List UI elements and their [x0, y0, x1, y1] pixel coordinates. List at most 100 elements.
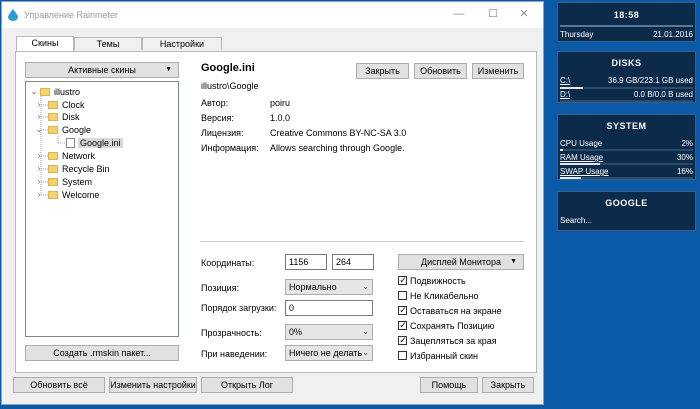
- skins-tree[interactable]: ⌄ illustro › Clock › Disk ⌄ Google Google.in…: [25, 81, 179, 337]
- title-bar[interactable]: Управление Rainmeter — ☐ ✕: [2, 2, 543, 28]
- load-order-label: Порядок загрузки:: [201, 303, 277, 313]
- tree-item-clock[interactable]: › Clock: [38, 99, 85, 111]
- disk-row[interactable]: C:\ 36.9 GB/223.1 GB used: [560, 76, 693, 86]
- skin-name: Google.ini: [201, 62, 255, 74]
- monitor-display-label: Дисплей Монитора: [421, 257, 501, 267]
- checkbox-snap-to-edges[interactable]: ✓ Зацепляться за края: [398, 335, 497, 348]
- clock-day: Thursday: [560, 30, 594, 39]
- checkbox-box[interactable]: [398, 351, 407, 361]
- checkbox-keep-on-screen[interactable]: ✓ Оставаться на экране: [398, 305, 502, 318]
- window-title: Управление Rainmeter: [24, 10, 119, 20]
- folder-icon: [48, 125, 58, 134]
- checkbox-click-through[interactable]: Не Кликабельно: [398, 291, 478, 303]
- system-label[interactable]: SWAP Usage: [560, 167, 608, 176]
- close-button[interactable]: Закрыть: [482, 377, 534, 393]
- clock-divider: [560, 25, 693, 27]
- google-search-input[interactable]: Search...: [560, 216, 693, 226]
- checkbox-draggable[interactable]: ✓ Подвижность: [398, 275, 466, 288]
- tree-item-network[interactable]: › Network: [38, 150, 95, 162]
- info-key: Автор:: [201, 98, 229, 108]
- edit-settings-button[interactable]: Изменить настройки: [109, 377, 197, 393]
- info-value: poiru: [270, 98, 291, 108]
- system-row[interactable]: SWAP Usage 16%: [560, 167, 693, 177]
- edit-skin-button[interactable]: Изменить: [472, 63, 524, 79]
- expand-icon[interactable]: ›: [35, 99, 43, 111]
- checkbox-box[interactable]: ✓: [398, 305, 407, 316]
- checkbox-favorite[interactable]: Избранный скин: [398, 351, 478, 363]
- checkbox-label: Оставаться на экране: [410, 306, 502, 316]
- search-placeholder: Search...: [560, 216, 593, 225]
- transparency-select[interactable]: 0% ⌄: [285, 324, 373, 340]
- triangle-down-icon: ▼: [510, 258, 517, 265]
- tab-settings[interactable]: Настройки: [142, 37, 222, 50]
- tree-item-google[interactable]: ⌄ Google: [36, 124, 91, 136]
- ram-usage-bar: [560, 163, 693, 165]
- tree-label: Disk: [62, 112, 80, 122]
- disk-usage-bar: [560, 100, 693, 102]
- tree-item-recycle-bin[interactable]: › Recycle Bin: [38, 163, 110, 175]
- tree-item-system[interactable]: › System: [38, 176, 92, 188]
- refresh-all-button[interactable]: Обновить всё: [13, 377, 105, 393]
- tree-item-welcome[interactable]: › Welcome: [38, 189, 100, 201]
- checkbox-box[interactable]: ✓: [398, 335, 407, 346]
- checkbox-box[interactable]: ✓: [398, 320, 407, 331]
- maximize-icon[interactable]: ☐: [486, 7, 500, 21]
- create-rmskin-button[interactable]: Создать .rmskin пакет...: [25, 345, 179, 361]
- system-label[interactable]: RAM Usage: [560, 153, 603, 162]
- checkbox-save-position[interactable]: ✓ Сохранять Позицию: [398, 320, 495, 333]
- checkbox-box[interactable]: [398, 291, 407, 301]
- tree-label: Recycle Bin: [62, 164, 110, 174]
- disk-row[interactable]: D:\ 0.0 B/0.0 B used: [560, 90, 693, 100]
- open-log-button[interactable]: Открыть Лог: [201, 377, 293, 393]
- tree-label: illustro: [54, 87, 81, 97]
- load-order-input[interactable]: 0: [285, 300, 373, 316]
- widget-title: SYSTEM: [606, 121, 647, 131]
- collapse-icon[interactable]: ⌄: [35, 124, 43, 136]
- active-skins-label: Активные скины: [68, 65, 136, 75]
- transparency-value: 0%: [289, 327, 303, 337]
- transparency-label: Прозрачность:: [201, 328, 262, 338]
- rainmeter-drop-icon: [8, 9, 18, 21]
- expand-icon[interactable]: ›: [35, 189, 43, 201]
- disk-label[interactable]: C:\: [560, 76, 570, 85]
- system-widget[interactable]: SYSTEM CPU Usage 2% RAM Usage 30% SWAP U…: [557, 114, 696, 180]
- tree-item-disk[interactable]: › Disk: [38, 111, 80, 123]
- minimize-icon[interactable]: —: [452, 7, 466, 21]
- tree-item-illustro[interactable]: ⌄ illustro: [30, 86, 80, 98]
- widget-title: GOOGLE: [605, 198, 648, 208]
- tab-themes-label: Темы: [96, 39, 120, 49]
- active-skins-dropdown[interactable]: Активные скины ▼: [25, 62, 179, 78]
- divider: [200, 241, 524, 242]
- coordinates-label: Координаты:: [201, 258, 255, 268]
- disk-label[interactable]: D:\: [560, 90, 570, 99]
- monitor-display-button[interactable]: Дисплей Монитора ▼: [398, 254, 524, 270]
- system-row[interactable]: CPU Usage 2%: [560, 139, 693, 149]
- position-select[interactable]: Нормально ⌄: [285, 279, 373, 295]
- folder-icon: [40, 87, 50, 96]
- chevron-down-icon: ⌄: [362, 327, 369, 336]
- tree-label: Welcome: [62, 190, 100, 200]
- expand-icon[interactable]: ›: [35, 111, 43, 123]
- expand-icon[interactable]: ›: [35, 163, 43, 175]
- refresh-skin-button[interactable]: Обновить: [414, 63, 467, 79]
- checkbox-box[interactable]: ✓: [398, 275, 407, 286]
- checkbox-label: Избранный скин: [410, 351, 479, 361]
- expand-icon[interactable]: ›: [35, 150, 43, 162]
- hover-select[interactable]: Ничего не делать ⌄: [285, 345, 373, 361]
- tab-themes[interactable]: Темы: [74, 37, 142, 50]
- tab-skins[interactable]: Скины: [16, 36, 74, 51]
- position-value: Нормально: [289, 282, 337, 292]
- close-skin-button[interactable]: Закрыть: [356, 63, 409, 79]
- close-icon[interactable]: ✕: [517, 7, 531, 21]
- y-coordinate-input[interactable]: 264: [332, 254, 374, 270]
- x-coordinate-input[interactable]: 1156: [285, 254, 327, 270]
- system-row[interactable]: RAM Usage 30%: [560, 153, 693, 163]
- expand-icon[interactable]: ›: [35, 176, 43, 188]
- cpu-usage-bar: [560, 149, 693, 151]
- collapse-icon[interactable]: ⌄: [30, 86, 38, 98]
- disks-widget[interactable]: DISKS C:\ 36.9 GB/223.1 GB used D:\ 0.0 …: [557, 51, 696, 103]
- clock-widget[interactable]: 18:58 Thursday 21.01.2016: [557, 2, 696, 42]
- tree-item-google-ini[interactable]: Google.ini: [66, 137, 123, 149]
- google-widget[interactable]: GOOGLE Search...: [557, 191, 696, 231]
- help-button[interactable]: Помощь: [420, 377, 478, 393]
